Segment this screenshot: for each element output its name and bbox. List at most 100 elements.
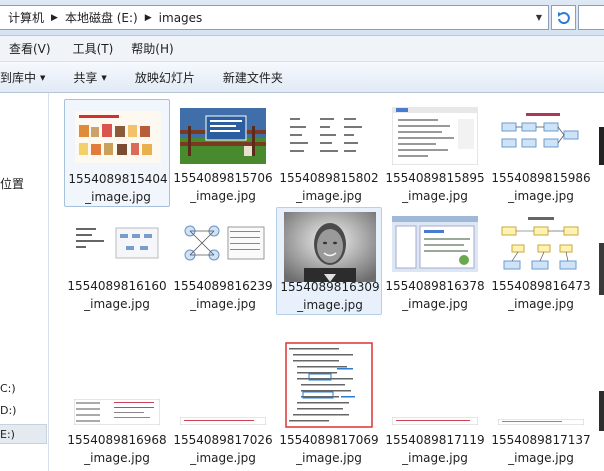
file-tile[interactable]: 1554089817026 _image.jpg <box>170 339 276 465</box>
file-name-part: 1554089817119 <box>385 433 485 447</box>
image-thumbnail <box>392 417 478 425</box>
file-name-part: 1554089815895 <box>385 171 485 185</box>
image-thumbnail <box>283 211 377 283</box>
file-name: 1554089817137 _image.jpg <box>488 431 594 467</box>
menu-bar: 查看(V) 工具(T) 帮助(H) <box>0 36 604 62</box>
image-thumbnail[interactable] <box>599 127 604 165</box>
file-tile[interactable]: 1554089815802 _image.jpg <box>276 99 382 207</box>
file-ext: _image.jpg <box>508 297 574 311</box>
file-tile[interactable]: 1554089815986 _image.jpg <box>488 99 594 207</box>
file-ext: _image.jpg <box>190 189 256 203</box>
file-name: 1554089816378 _image.jpg <box>382 277 488 313</box>
file-tile[interactable]: 1554089816378 _image.jpg <box>382 207 488 315</box>
add-to-library-button[interactable]: 到库中 ▼ <box>0 69 57 86</box>
file-name: 1554089815802 _image.jpg <box>276 169 382 205</box>
image-thumbnail <box>74 213 160 275</box>
nav-item-drive-c[interactable]: C:) <box>0 379 47 399</box>
file-tile[interactable]: 1554089816968 _image.jpg <box>64 339 170 465</box>
address-bar[interactable]: 计算机 ▶ 本地磁盘 (E:) ▶ images ▼ <box>0 5 549 30</box>
nav-item-location[interactable]: 位置 <box>0 175 24 192</box>
file-name: 1554089817069 _image.jpg <box>276 431 382 467</box>
nav-item-drive-e[interactable]: E:) <box>0 424 47 444</box>
file-ext: _image.jpg <box>508 189 574 203</box>
image-thumbnail <box>392 105 478 167</box>
file-name-part: 1554089816309 <box>280 280 380 294</box>
image-thumbnail <box>180 105 266 167</box>
slideshow-button[interactable]: 放映幻灯片 <box>119 69 207 86</box>
breadcrumb-images[interactable]: images <box>155 11 207 25</box>
file-name-part: 1554089817137 <box>491 433 591 447</box>
nav-item-drive-d[interactable]: D:) <box>0 401 47 421</box>
file-name: 1554089817026 _image.jpg <box>170 431 276 467</box>
add-to-library-label: 到库中 <box>0 70 37 85</box>
file-ext: _image.jpg <box>190 451 256 465</box>
file-tile[interactable]: 1554089816309 _image.jpg <box>276 207 382 315</box>
address-bar-row: 计算机 ▶ 本地磁盘 (E:) ▶ images ▼ <box>0 0 604 36</box>
file-ext: _image.jpg <box>402 297 468 311</box>
file-ext: _image.jpg <box>402 189 468 203</box>
file-name: 1554089815986 _image.jpg <box>488 169 594 205</box>
chevron-down-icon: ▼ <box>40 74 46 82</box>
breadcrumb-drive-e[interactable]: 本地磁盘 (E:) <box>61 9 142 26</box>
file-tile[interactable]: 1554089817119 _image.jpg <box>382 339 488 465</box>
file-tile[interactable]: 1554089817137 _image.jpg <box>488 339 594 465</box>
share-button[interactable]: 共享 ▼ <box>57 69 118 86</box>
file-ext: _image.jpg <box>85 190 151 204</box>
file-name: 1554089816239 _image.jpg <box>170 277 276 313</box>
command-bar: 到库中 ▼ 共享 ▼ 放映幻灯片 新建文件夹 <box>0 62 604 93</box>
image-thumbnail <box>180 417 266 425</box>
new-folder-button[interactable]: 新建文件夹 <box>207 69 295 86</box>
file-name-part: 1554089816968 <box>67 433 167 447</box>
menu-view[interactable]: 查看(V) <box>2 40 58 57</box>
file-name: 1554089817119 _image.jpg <box>382 431 488 467</box>
file-tile[interactable]: 1554089815895 _image.jpg <box>382 99 488 207</box>
file-ext: _image.jpg <box>84 451 150 465</box>
file-ext: _image.jpg <box>190 297 256 311</box>
file-name: 1554089816968 _image.jpg <box>64 431 170 467</box>
image-thumbnail[interactable] <box>599 243 604 295</box>
image-thumbnail <box>498 419 584 425</box>
file-tile[interactable]: 1554089816473 _image.jpg <box>488 207 594 315</box>
file-tile[interactable]: 1554089815404 _image.jpg <box>64 99 170 207</box>
file-name-part: 1554089816378 <box>385 279 485 293</box>
image-thumbnail <box>392 213 478 275</box>
image-thumbnail <box>498 213 584 275</box>
navigation-pane: 位置 C:) D:) E:) <box>0 93 49 471</box>
image-thumbnail <box>498 105 584 167</box>
file-tile[interactable]: 1554089817069 _image.jpg <box>276 339 382 465</box>
breadcrumb-separator-icon[interactable]: ▶ <box>142 13 155 23</box>
file-name-part: 1554089815986 <box>491 171 591 185</box>
refresh-button[interactable] <box>551 5 576 30</box>
file-name: 1554089816309 _image.jpg <box>277 278 383 314</box>
file-name-part: 1554089815404 <box>68 172 168 186</box>
menu-help[interactable]: 帮助(H) <box>124 40 180 57</box>
image-thumbnail <box>284 342 374 428</box>
breadcrumb-computer[interactable]: 计算机 <box>4 9 48 26</box>
file-ext: _image.jpg <box>296 189 362 203</box>
file-ext: _image.jpg <box>402 451 468 465</box>
file-tile[interactable]: 1554089816239 _image.jpg <box>170 207 276 315</box>
address-dropdown-icon[interactable]: ▼ <box>530 6 548 29</box>
refresh-icon <box>557 11 570 24</box>
share-label: 共享 <box>73 70 98 85</box>
file-name-part: 1554089816473 <box>491 279 591 293</box>
file-ext: _image.jpg <box>297 298 363 312</box>
file-name-part: 1554089815706 <box>173 171 273 185</box>
file-name: 1554089815895 _image.jpg <box>382 169 488 205</box>
file-ext: _image.jpg <box>84 297 150 311</box>
image-thumbnail <box>74 399 160 425</box>
breadcrumb-separator-icon[interactable]: ▶ <box>48 13 61 23</box>
file-name: 1554089816473 _image.jpg <box>488 277 594 313</box>
search-input[interactable] <box>578 5 604 30</box>
chevron-down-icon: ▼ <box>101 74 107 82</box>
image-thumbnail[interactable] <box>599 391 604 431</box>
menu-tools[interactable]: 工具(T) <box>66 40 121 57</box>
file-name: 1554089815404 _image.jpg <box>65 170 171 206</box>
image-thumbnail <box>180 213 266 275</box>
file-tile[interactable]: 1554089816160 _image.jpg <box>64 207 170 315</box>
file-ext: _image.jpg <box>508 451 574 465</box>
image-thumbnail <box>286 105 372 167</box>
file-name-part: 1554089815802 <box>279 171 379 185</box>
file-name-part: 1554089816160 <box>67 279 167 293</box>
file-tile[interactable]: 1554089815706 _image.jpg <box>170 99 276 207</box>
